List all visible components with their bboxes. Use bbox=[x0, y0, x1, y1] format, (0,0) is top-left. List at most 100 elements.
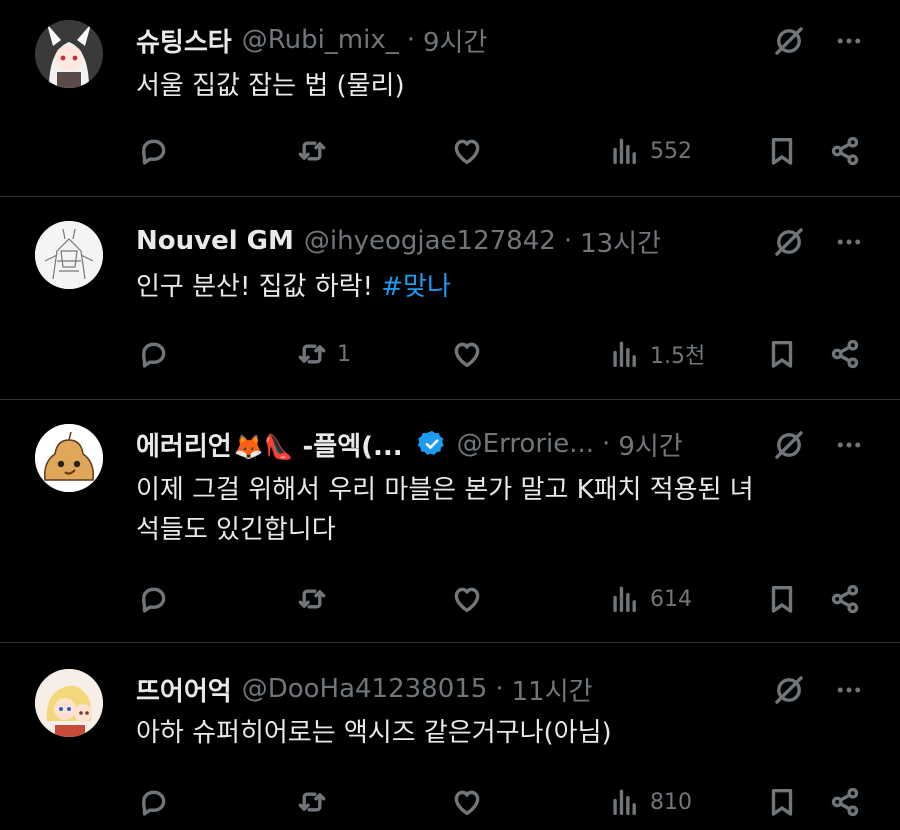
bookmark-button[interactable] bbox=[765, 334, 799, 374]
avatar[interactable] bbox=[35, 20, 103, 88]
retweet-icon bbox=[295, 134, 329, 168]
tweet-text: 아하 슈퍼히어로는 액시즈 같은거구나(아님) bbox=[136, 718, 612, 748]
like-button[interactable] bbox=[450, 782, 484, 822]
share-button[interactable] bbox=[828, 131, 862, 171]
retweet-button[interactable]: 1 bbox=[295, 334, 351, 374]
grok-icon[interactable] bbox=[772, 428, 806, 462]
like-button[interactable] bbox=[450, 579, 484, 619]
share-icon bbox=[828, 337, 862, 371]
display-name[interactable]: 슈팅스타 bbox=[136, 22, 232, 59]
like-button[interactable] bbox=[450, 131, 484, 171]
reply-icon bbox=[136, 134, 170, 168]
timestamp[interactable]: 13시간 bbox=[580, 223, 661, 260]
tweet-header: 슈팅스타 @Rubi_mix_ · 9시간 bbox=[136, 20, 790, 60]
retweet-button[interactable] bbox=[295, 131, 329, 171]
retweet-icon bbox=[295, 582, 329, 616]
views-button[interactable]: 810 bbox=[608, 782, 692, 822]
avatar-image bbox=[35, 20, 103, 88]
avatar[interactable] bbox=[35, 669, 103, 737]
like-icon bbox=[450, 785, 484, 819]
tweet-text-body: 인구 분산! 집값 하락! bbox=[136, 272, 382, 302]
avatar-image bbox=[35, 424, 103, 492]
share-icon bbox=[828, 582, 862, 616]
tweet-text: 인구 분산! 집값 하락! #맞나 bbox=[136, 267, 850, 307]
tweet-text: 서울 집값 잡는 법 (물리) bbox=[136, 71, 405, 101]
user-handle[interactable]: @Errorie... bbox=[457, 429, 594, 459]
bookmark-icon bbox=[765, 582, 799, 616]
tweet-header: Nouvel GM @ihyeogjae127842 · 13시간 bbox=[136, 221, 790, 261]
timestamp[interactable]: 11시간 bbox=[512, 671, 593, 708]
tweet-text-line: 석들도 있긴합니다 bbox=[136, 515, 336, 545]
separator-dot: · bbox=[563, 226, 573, 256]
views-count: 810 bbox=[650, 789, 692, 815]
grok-icon[interactable] bbox=[772, 225, 806, 259]
bookmark-button[interactable] bbox=[765, 131, 799, 171]
display-name[interactable]: Nouvel GM bbox=[136, 226, 294, 256]
verified-badge-icon bbox=[417, 430, 444, 455]
more-icon[interactable] bbox=[834, 430, 864, 460]
share-icon bbox=[828, 134, 862, 168]
share-button[interactable] bbox=[828, 334, 862, 374]
timestamp[interactable]: 9시간 bbox=[618, 426, 682, 463]
share-button[interactable] bbox=[828, 782, 862, 822]
views-icon bbox=[608, 134, 642, 168]
views-button[interactable]: 1.5천 bbox=[608, 334, 705, 374]
separator-dot: · bbox=[495, 674, 504, 704]
separator-dot: · bbox=[406, 25, 415, 55]
more-icon[interactable] bbox=[834, 675, 864, 705]
bookmark-button[interactable] bbox=[765, 579, 799, 619]
views-icon bbox=[608, 582, 642, 616]
views-icon bbox=[608, 785, 642, 819]
reply-icon bbox=[136, 337, 170, 371]
retweet-button[interactable] bbox=[295, 579, 329, 619]
avatar-image bbox=[35, 669, 103, 737]
avatar[interactable] bbox=[35, 424, 103, 492]
tweet[interactable]: 에러리언🦊👠 -플엑(... @Errorie... · 9시간 이제 그걸 위… bbox=[0, 400, 900, 643]
bookmark-icon bbox=[765, 134, 799, 168]
reply-button[interactable] bbox=[136, 579, 170, 619]
display-name[interactable]: 뜨어어억 bbox=[136, 671, 232, 708]
bookmark-icon bbox=[765, 785, 799, 819]
reply-button[interactable] bbox=[136, 782, 170, 822]
tweet[interactable]: Nouvel GM @ihyeogjae127842 · 13시간 인구 분산!… bbox=[0, 197, 900, 400]
views-icon bbox=[608, 337, 642, 371]
more-icon[interactable] bbox=[834, 26, 864, 56]
timestamp[interactable]: 9시간 bbox=[423, 22, 487, 59]
bookmark-icon bbox=[765, 337, 799, 371]
tweet-header: 뜨어어억 @DooHa41238015 · 11시간 bbox=[136, 669, 790, 709]
retweet-button[interactable] bbox=[295, 782, 329, 822]
user-handle[interactable]: @Rubi_mix_ bbox=[242, 25, 399, 55]
avatar[interactable] bbox=[35, 221, 103, 289]
share-button[interactable] bbox=[828, 579, 862, 619]
share-icon bbox=[828, 785, 862, 819]
views-count: 614 bbox=[650, 586, 692, 612]
like-icon bbox=[450, 134, 484, 168]
grok-icon[interactable] bbox=[772, 673, 806, 707]
display-name-suffix: -플엑(... bbox=[293, 431, 403, 462]
action-bar: 1 1.5천 bbox=[0, 334, 900, 374]
tweet[interactable]: 뜨어어억 @DooHa41238015 · 11시간 아하 슈퍼히어로는 액시즈… bbox=[0, 643, 900, 830]
views-count: 552 bbox=[650, 138, 692, 164]
tweet-text: 이제 그걸 위해서 우리 마블은 본가 말고 K패치 적용된 녀 석들도 있긴합… bbox=[136, 470, 850, 550]
views-button[interactable]: 552 bbox=[608, 131, 692, 171]
grok-icon[interactable] bbox=[772, 24, 806, 58]
action-bar: 614 bbox=[0, 579, 900, 619]
like-icon bbox=[450, 337, 484, 371]
hashtag-link[interactable]: #맞나 bbox=[381, 272, 451, 302]
views-button[interactable]: 614 bbox=[608, 579, 692, 619]
bookmark-button[interactable] bbox=[765, 782, 799, 822]
like-icon bbox=[450, 582, 484, 616]
display-name-text: 에러리언 bbox=[136, 431, 232, 462]
more-icon[interactable] bbox=[834, 227, 864, 257]
reply-button[interactable] bbox=[136, 334, 170, 374]
user-handle[interactable]: @DooHa41238015 bbox=[242, 674, 488, 704]
display-name-emoji: 🦊👠 bbox=[233, 432, 294, 461]
retweet-count: 1 bbox=[337, 341, 351, 367]
reply-button[interactable] bbox=[136, 131, 170, 171]
user-handle[interactable]: @ihyeogjae127842 bbox=[304, 226, 556, 256]
display-name[interactable]: 에러리언🦊👠 -플엑(... bbox=[136, 426, 403, 463]
avatar-image bbox=[35, 221, 103, 289]
tweet[interactable]: 슈팅스타 @Rubi_mix_ · 9시간 서울 집값 잡는 법 (물리) 55… bbox=[0, 0, 900, 197]
reply-icon bbox=[136, 785, 170, 819]
like-button[interactable] bbox=[450, 334, 484, 374]
